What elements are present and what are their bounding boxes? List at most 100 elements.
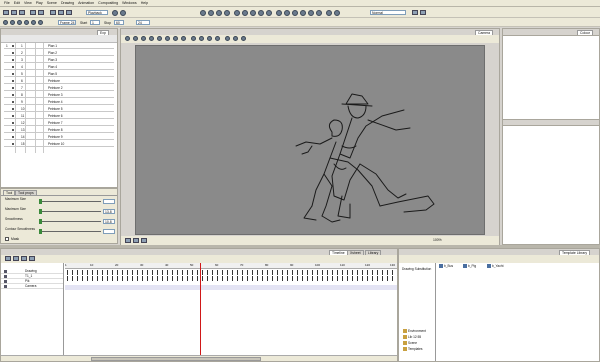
visibility-icon[interactable] bbox=[12, 129, 14, 131]
keyframe-marker[interactable] bbox=[222, 270, 223, 275]
menu-item[interactable]: View bbox=[24, 1, 32, 5]
keyframe-marker[interactable] bbox=[222, 276, 223, 281]
keyframe-marker[interactable] bbox=[332, 276, 333, 281]
keyframe-marker[interactable] bbox=[252, 276, 253, 281]
remove-keyframe-icon[interactable] bbox=[29, 256, 35, 261]
keyframe-marker[interactable] bbox=[192, 270, 193, 275]
onion-skin-icon[interactable] bbox=[326, 10, 332, 16]
keyframe-marker[interactable] bbox=[282, 276, 283, 281]
keyframe-marker[interactable] bbox=[322, 276, 323, 281]
exposure-row[interactable]: 1 1 Plan 1 bbox=[4, 43, 114, 49]
keyframe-marker[interactable] bbox=[232, 276, 233, 281]
keyframe-marker[interactable] bbox=[142, 270, 143, 275]
prop-value-field[interactable] bbox=[103, 199, 115, 204]
visibility-icon[interactable] bbox=[12, 52, 14, 54]
animate-tool-icon[interactable] bbox=[308, 10, 314, 16]
keyframe-marker[interactable] bbox=[182, 270, 183, 275]
keyframe-marker[interactable] bbox=[117, 270, 118, 275]
frame-field[interactable]: Frame 24 bbox=[58, 20, 76, 25]
keyframe-marker[interactable] bbox=[327, 276, 328, 281]
keyframe-marker[interactable] bbox=[342, 270, 343, 275]
keyframe-marker[interactable] bbox=[272, 276, 273, 281]
view-shape-icon[interactable] bbox=[181, 36, 186, 41]
keyframe-marker[interactable] bbox=[107, 276, 108, 281]
keyframe-marker[interactable] bbox=[162, 270, 163, 275]
exposure-row[interactable]: 15 Peinture 10 bbox=[4, 141, 114, 147]
visibility-icon[interactable] bbox=[12, 66, 14, 68]
render-icon[interactable] bbox=[112, 10, 118, 16]
keyframe-marker[interactable] bbox=[342, 276, 343, 281]
view-zoom-icon[interactable] bbox=[199, 36, 204, 41]
keyframe-marker[interactable] bbox=[182, 276, 183, 281]
keyframe-marker[interactable] bbox=[207, 276, 208, 281]
keyframe-marker[interactable] bbox=[292, 270, 293, 275]
mode-dropdown[interactable]: Normal bbox=[370, 10, 406, 15]
keyframe-marker[interactable] bbox=[292, 276, 293, 281]
exposure-row[interactable]: 9 Peinture 4 bbox=[4, 99, 114, 105]
open-icon[interactable] bbox=[11, 10, 17, 15]
keyframe-marker[interactable] bbox=[172, 270, 173, 275]
zoom-out-icon[interactable] bbox=[125, 238, 131, 243]
view-transform-icon[interactable] bbox=[215, 36, 220, 41]
camera-tool-icon[interactable] bbox=[316, 10, 322, 16]
rotate-tool-icon[interactable] bbox=[292, 10, 298, 16]
keyframe-marker[interactable] bbox=[307, 276, 308, 281]
keyframe-marker[interactable] bbox=[97, 276, 98, 281]
keyframe-marker[interactable] bbox=[337, 270, 338, 275]
keyframe-marker[interactable] bbox=[192, 276, 193, 281]
prop-value-field[interactable] bbox=[103, 229, 115, 234]
visibility-icon[interactable] bbox=[12, 80, 14, 82]
prop-slider-knob[interactable] bbox=[39, 229, 42, 234]
view-brush-icon[interactable] bbox=[133, 36, 138, 41]
save-icon[interactable] bbox=[19, 10, 25, 15]
keyframe-marker[interactable] bbox=[152, 270, 153, 275]
keyframe-marker[interactable] bbox=[247, 270, 248, 275]
keyframe-marker[interactable] bbox=[337, 276, 338, 281]
keyframe-marker[interactable] bbox=[347, 270, 348, 275]
mask-checkbox[interactable] bbox=[5, 237, 9, 241]
pencil-tool-icon[interactable] bbox=[224, 10, 230, 16]
exposure-row[interactable]: 10 Peinture 5 bbox=[4, 106, 114, 112]
view-light-icon[interactable] bbox=[233, 36, 238, 41]
prev-frame-icon[interactable] bbox=[10, 20, 15, 25]
keyframe-marker[interactable] bbox=[122, 270, 123, 275]
view-pencil-icon[interactable] bbox=[141, 36, 146, 41]
keyframe-marker[interactable] bbox=[247, 276, 248, 281]
exposure-row[interactable]: 11 Peinture 6 bbox=[4, 113, 114, 119]
visibility-icon[interactable] bbox=[12, 143, 14, 145]
keyframe-marker[interactable] bbox=[82, 276, 83, 281]
view-onion-icon[interactable] bbox=[225, 36, 230, 41]
prop-slider-knob[interactable] bbox=[39, 209, 42, 214]
keyframe-marker[interactable] bbox=[387, 270, 388, 275]
prop-slider[interactable] bbox=[39, 231, 101, 232]
keyframe-marker[interactable] bbox=[87, 270, 88, 275]
keyframe-marker[interactable] bbox=[92, 270, 93, 275]
keyframe-marker[interactable] bbox=[132, 270, 133, 275]
menu-item[interactable]: File bbox=[4, 1, 10, 5]
menu-item[interactable]: Help bbox=[141, 1, 148, 5]
keyframe-marker[interactable] bbox=[72, 270, 73, 275]
menu-item[interactable]: Windows bbox=[122, 1, 137, 5]
exposure-row[interactable]: 3 Plan 3 bbox=[4, 57, 114, 63]
cut-icon[interactable] bbox=[50, 10, 56, 15]
keyframe-marker[interactable] bbox=[357, 276, 358, 281]
play-icon[interactable] bbox=[17, 20, 22, 25]
keyframe-marker[interactable] bbox=[392, 270, 393, 275]
hand-tool-icon[interactable] bbox=[276, 10, 282, 16]
keyframe-marker[interactable] bbox=[217, 270, 218, 275]
keyframe-marker[interactable] bbox=[242, 276, 243, 281]
keyframe-marker[interactable] bbox=[147, 276, 148, 281]
next-frame-icon[interactable] bbox=[24, 20, 29, 25]
prop-slider-knob[interactable] bbox=[39, 199, 42, 204]
keyframe-marker[interactable] bbox=[237, 270, 238, 275]
playhead[interactable] bbox=[200, 263, 201, 359]
menu-item[interactable]: Drawing bbox=[61, 1, 74, 5]
keyframe-marker[interactable] bbox=[267, 270, 268, 275]
keyframe-marker[interactable] bbox=[112, 270, 113, 275]
keyframe-marker[interactable] bbox=[277, 276, 278, 281]
keyframe-marker[interactable] bbox=[317, 276, 318, 281]
keyframe-marker[interactable] bbox=[177, 276, 178, 281]
shape-tool-icon[interactable] bbox=[266, 10, 272, 16]
keyframe-marker[interactable] bbox=[202, 270, 203, 275]
keyframe-marker[interactable] bbox=[307, 270, 308, 275]
